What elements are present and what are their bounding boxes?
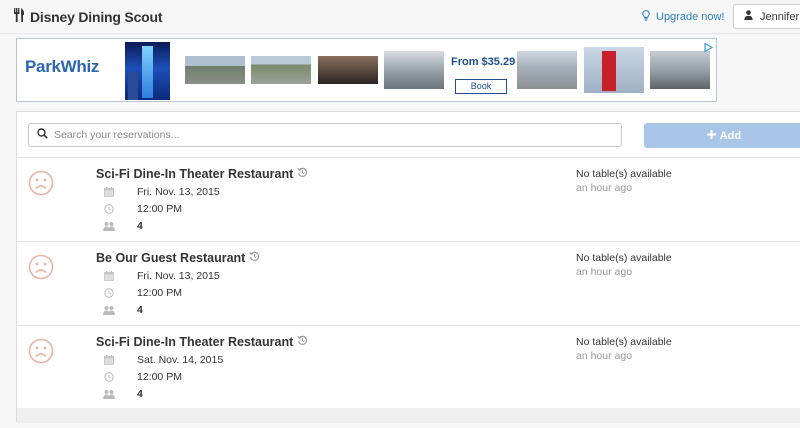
add-reservation-button[interactable]: Add [644, 123, 800, 148]
user-name: Jennifer [760, 10, 800, 23]
history-icon[interactable] [249, 251, 260, 265]
restaurant-name[interactable]: Sci-Fi Dine-In Theater Restaurant [96, 335, 308, 349]
ad-image-building[interactable] [384, 51, 444, 89]
party-size: 4 [103, 304, 143, 316]
search-input[interactable] [54, 129, 614, 141]
calendar-icon [103, 354, 115, 366]
history-icon[interactable] [297, 335, 308, 349]
clock-icon [103, 287, 115, 299]
fork-knife-icon [14, 7, 25, 27]
top-navbar: Disney Dining Scout Upgrade now! Jennife… [0, 0, 800, 34]
last-updated: an hour ago [576, 266, 633, 278]
plus-icon [706, 129, 716, 142]
info-icon[interactable] [703, 40, 714, 53]
user-menu-button[interactable]: Jennifer [733, 4, 800, 29]
lightbulb-icon [642, 10, 650, 24]
reservation-row[interactable]: Sci-Fi Dine-In Theater Restaurant Fri. N… [17, 157, 800, 241]
reservation-time: 12:00 PM [103, 371, 182, 383]
party-size: 4 [103, 220, 143, 232]
clock-icon [103, 203, 115, 215]
frown-icon [28, 338, 54, 364]
ad-price: From $35.29 [451, 56, 516, 68]
reservation-date: Fri. Nov. 13, 2015 [103, 186, 220, 198]
group-icon [103, 304, 115, 316]
ad-image-garage[interactable] [318, 56, 378, 84]
ad-image-city[interactable] [650, 51, 710, 89]
reservation-time: 12:00 PM [103, 287, 182, 299]
ad-brand-logo: ParkWhiz [25, 57, 100, 76]
upgrade-label: Upgrade now! [656, 11, 725, 23]
app-title: Disney Dining Scout [30, 9, 163, 25]
reservation-row[interactable]: Be Our Guest Restaurant Fri. Nov. 13, 20… [17, 241, 800, 325]
list-footer [17, 408, 800, 423]
group-icon [103, 388, 115, 400]
ad-image-street[interactable] [185, 56, 245, 84]
calendar-icon [103, 186, 115, 198]
availability-status: No table(s) available [576, 168, 672, 180]
calendar-icon [103, 270, 115, 282]
clock-icon [103, 371, 115, 383]
reservations-panel: Add Sci-Fi Dine-In Theater Restaurant [16, 111, 800, 423]
upgrade-link[interactable]: Upgrade now! [642, 10, 725, 24]
ad-image-park-sign[interactable] [584, 47, 644, 93]
reservation-date: Fri. Nov. 13, 2015 [103, 270, 220, 282]
ad-image-parking-lot[interactable] [251, 56, 311, 84]
reservation-time: 12:00 PM [103, 203, 182, 215]
reservation-list: Sci-Fi Dine-In Theater Restaurant Fri. N… [17, 157, 800, 409]
user-icon [744, 10, 753, 23]
ad-banner[interactable]: ParkWhiz From $35.29 Book [16, 38, 717, 102]
availability-status: No table(s) available [576, 336, 672, 348]
ad-image-night-tower[interactable] [125, 42, 170, 100]
brand[interactable]: Disney Dining Scout [14, 7, 163, 27]
ad-image-tall-building[interactable] [517, 51, 577, 89]
ad-book-button[interactable]: Book [455, 79, 507, 94]
search-icon [37, 126, 48, 144]
availability-status: No table(s) available [576, 252, 672, 264]
last-updated: an hour ago [576, 182, 633, 194]
group-icon [103, 220, 115, 232]
history-icon[interactable] [297, 167, 308, 181]
last-updated: an hour ago [576, 350, 633, 362]
party-size: 4 [103, 388, 143, 400]
add-label: Add [719, 129, 742, 142]
reservation-row[interactable]: Sci-Fi Dine-In Theater Restaurant Sat. N… [17, 325, 800, 409]
restaurant-name[interactable]: Be Our Guest Restaurant [96, 251, 260, 265]
search-box[interactable] [28, 123, 622, 147]
restaurant-name[interactable]: Sci-Fi Dine-In Theater Restaurant [96, 167, 308, 181]
reservation-date: Sat. Nov. 14, 2015 [103, 354, 223, 366]
frown-icon [28, 254, 54, 280]
frown-icon [28, 170, 54, 196]
